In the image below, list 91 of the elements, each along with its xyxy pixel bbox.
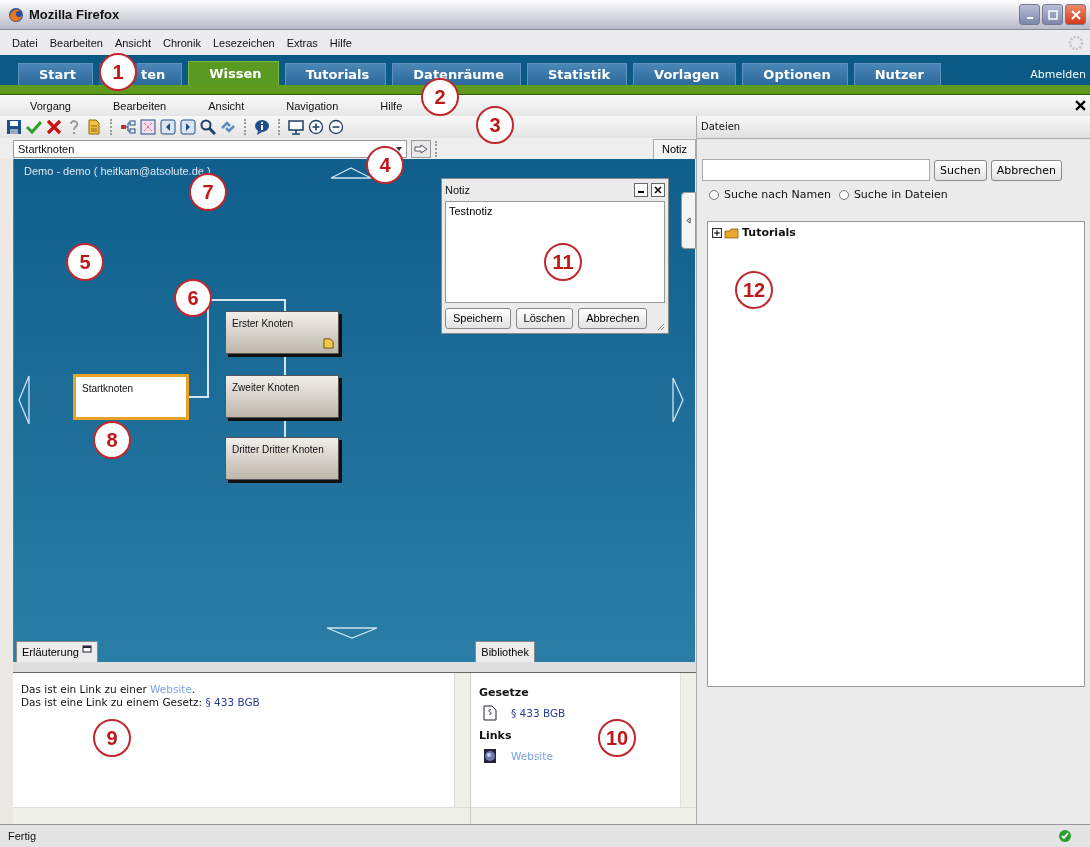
cancel-icon[interactable] xyxy=(46,119,62,135)
panel-header: Dateien xyxy=(697,116,1090,139)
menu-item[interactable]: Datei xyxy=(12,36,38,49)
explanation-text: Das ist eine Link zu einem Gesetz: § 433 BGB xyxy=(21,696,261,709)
radio-option[interactable]: Suche nach Namen xyxy=(709,188,831,201)
scroll-up-arrow-icon[interactable] xyxy=(330,167,372,179)
forward-icon[interactable] xyxy=(180,119,196,135)
menu-item[interactable]: Hilfe xyxy=(380,99,403,112)
link[interactable]: § 433 BGB xyxy=(511,707,566,719)
throbber-icon xyxy=(1068,34,1084,51)
check-icon xyxy=(1058,829,1072,843)
minimize-icon xyxy=(1026,16,1033,19)
tree-icon[interactable] xyxy=(120,119,136,135)
note-icon[interactable] xyxy=(86,119,102,135)
collapse-tab[interactable] xyxy=(681,192,696,249)
back-icon[interactable] xyxy=(160,119,176,135)
vertical-scrollbar[interactable] xyxy=(680,673,696,807)
zoom-out-icon[interactable] xyxy=(328,119,344,135)
window-title: Mozilla Firefox xyxy=(29,7,120,22)
menu-item[interactable]: Ansicht xyxy=(208,99,245,112)
search-field[interactable] xyxy=(702,159,930,181)
expand-icon[interactable] xyxy=(712,227,722,238)
menu-item[interactable]: Vorgang xyxy=(30,99,71,112)
panel-tab[interactable]: Bibliothek xyxy=(475,641,535,662)
scroll-right-arrow-icon[interactable] xyxy=(672,377,684,423)
link[interactable]: § 433 BGB xyxy=(205,696,260,708)
nav-tab[interactable]: Tutorials xyxy=(284,63,387,85)
folder-icon xyxy=(724,226,740,239)
note-window-title: Notiz xyxy=(445,184,471,196)
section-heading: Gesetze xyxy=(479,686,529,699)
status-text: Fertig xyxy=(8,830,37,842)
horizontal-scrollbar[interactable] xyxy=(13,807,470,824)
browser-logo-icon xyxy=(8,6,24,23)
close-button[interactable] xyxy=(651,183,665,197)
menu-item[interactable]: Extras xyxy=(286,36,318,49)
diagram-node[interactable]: Zweiter Knoten xyxy=(225,375,339,418)
diagram-node[interactable]: Startknoten xyxy=(73,374,189,420)
search-button[interactable]: Suchen xyxy=(934,159,987,181)
resize-grip-icon[interactable] xyxy=(657,323,665,331)
nav-tab[interactable]: Optionen xyxy=(742,63,848,85)
scroll-left-arrow-icon[interactable] xyxy=(18,375,30,425)
node-dropdown[interactable]: Startknoten xyxy=(13,139,407,158)
menu-item[interactable]: Lesezeichen xyxy=(212,36,275,49)
diagram-node[interactable]: Dritter Dritter Knoten xyxy=(225,437,339,480)
paragraph-document-icon xyxy=(483,705,497,721)
menu-item[interactable]: Bearbeiten xyxy=(49,36,103,49)
dialog-button[interactable]: Speichern xyxy=(445,307,511,329)
save-icon[interactable] xyxy=(6,119,22,135)
nav-tab[interactable]: ten xyxy=(137,63,183,85)
menu-item[interactable]: Navigation xyxy=(286,99,339,112)
dialog-button[interactable]: Löschen xyxy=(515,307,574,329)
minimize-button[interactable] xyxy=(634,183,648,197)
minimize-icon xyxy=(638,191,644,193)
window-icon xyxy=(81,645,92,653)
zoom-in-icon[interactable] xyxy=(308,119,324,135)
vertical-scrollbar[interactable] xyxy=(454,673,470,807)
search-icon[interactable] xyxy=(200,119,216,135)
panel-tab[interactable]: Erläuterung xyxy=(16,641,98,662)
dialog-button[interactable]: Abbrechen xyxy=(578,307,648,329)
menu-item[interactable]: Chronik xyxy=(163,36,201,49)
radio-option[interactable]: Suche in Dateien xyxy=(838,188,948,201)
nav-tab[interactable]: Nutzer xyxy=(853,63,941,85)
go-button[interactable] xyxy=(411,139,431,158)
dropdown-arrow-icon xyxy=(395,144,403,153)
note-icon xyxy=(323,338,334,349)
monitor-icon[interactable] xyxy=(288,119,304,135)
menu-item[interactable]: Ansicht xyxy=(114,36,151,49)
scroll-down-arrow-icon[interactable] xyxy=(326,627,378,639)
maximize-button[interactable] xyxy=(1042,4,1063,25)
note-tab[interactable]: Notiz xyxy=(652,138,696,159)
check-icon[interactable] xyxy=(26,119,42,135)
info-icon[interactable] xyxy=(254,119,270,135)
close-icon xyxy=(1070,9,1081,20)
maximize-icon xyxy=(1047,9,1058,20)
section-heading: Links xyxy=(479,729,512,742)
nav-tab[interactable]: Statistik xyxy=(526,63,628,85)
nav-tab[interactable]: Datenräume xyxy=(392,63,521,85)
menu-item[interactable]: Hilfe xyxy=(329,36,352,49)
tree-item[interactable]: Tutorials xyxy=(742,226,796,239)
diagram-node[interactable]: Erster Knoten xyxy=(225,311,339,354)
nav-tab[interactable]: Start xyxy=(18,63,93,85)
close-icon[interactable] xyxy=(1075,100,1086,111)
close-icon xyxy=(654,186,662,194)
search-button[interactable]: Abbrechen xyxy=(990,159,1062,181)
triangle-left-icon xyxy=(686,217,691,224)
globe-icon xyxy=(483,748,497,764)
nav-tab[interactable]: Vorlagen xyxy=(633,63,737,85)
explanation-text: Das ist ein Link zu einer Website. xyxy=(21,683,197,696)
menu-item[interactable]: Bearbeiten xyxy=(113,99,167,112)
logout-link[interactable]: Abmelden xyxy=(1030,68,1086,81)
horizontal-scrollbar[interactable] xyxy=(471,807,696,824)
